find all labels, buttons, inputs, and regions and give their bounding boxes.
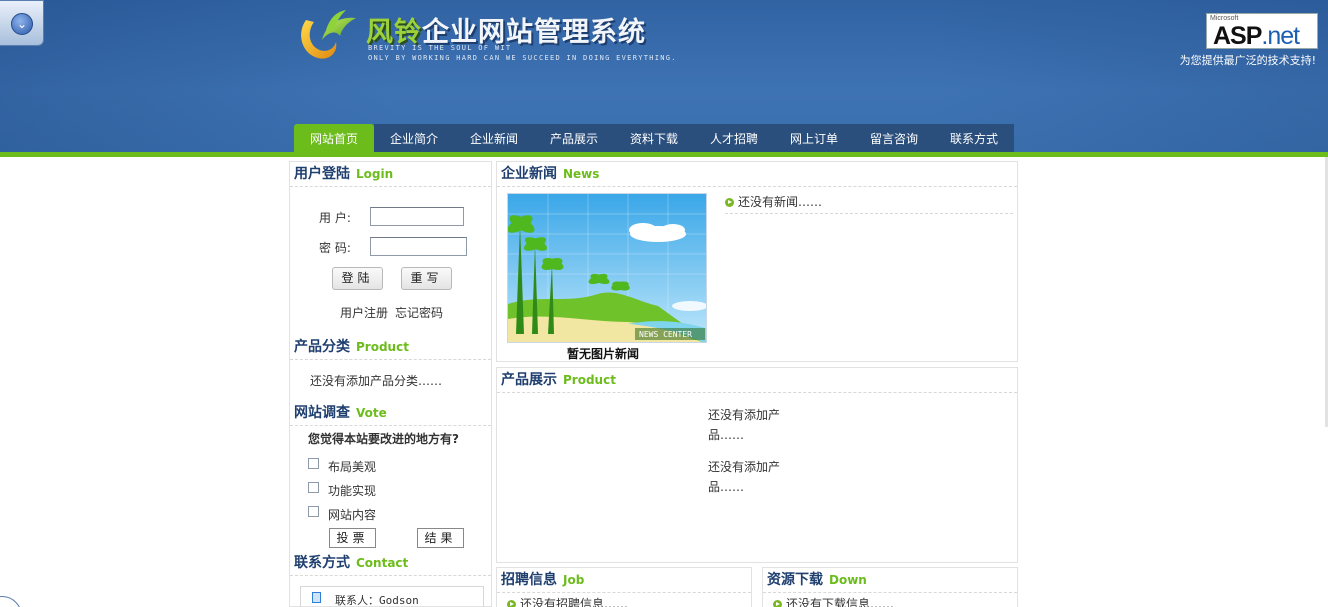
product-category-title: 产品分类 Product xyxy=(290,335,491,360)
nav-item-about[interactable]: 企业简介 xyxy=(374,124,454,152)
nav-item-orders[interactable]: 网上订单 xyxy=(774,124,854,152)
corner-circle xyxy=(0,596,22,607)
login-button[interactable]: 登陆 xyxy=(332,267,383,290)
downloads-title: 资源下载 Down xyxy=(763,568,1017,593)
products-title: 产品展示 Product xyxy=(497,368,1017,393)
contact-title: 联系方式 Contact xyxy=(290,551,491,576)
corner-widget-icon[interactable]: ⌄ xyxy=(0,0,44,46)
news-list-item: 还没有新闻…… xyxy=(725,192,1013,214)
left-sidebar: 用户登陆 Login 用 户: 密 码: 登陆 重写 用户注册 忘记密码 产品分类… xyxy=(289,161,492,607)
password-label: 密 码: xyxy=(319,241,351,255)
news-image-badge: NEWS CENTER xyxy=(639,330,692,339)
slogan-line-2: ONLY BY WORKING HARD CAN WE SUCCEED IN D… xyxy=(368,54,677,62)
nav-item-guestbook[interactable]: 留言咨询 xyxy=(854,124,934,152)
jobs-title: 招聘信息 Job xyxy=(497,568,751,593)
username-input[interactable] xyxy=(370,207,464,226)
vote-result-button[interactable]: 结果 xyxy=(417,528,464,548)
vote-option-label: 网站内容 xyxy=(328,508,377,522)
main-nav: 网站首页 企业简介 企业新闻 产品展示 资料下载 人才招聘 网上订单 留言咨询 … xyxy=(294,124,1014,152)
nav-item-contact[interactable]: 联系方式 xyxy=(934,124,1014,152)
aspnet-badge: Microsoft ASP.net xyxy=(1206,13,1318,50)
vote-button[interactable]: 投票 xyxy=(329,528,376,548)
nav-item-news[interactable]: 企业新闻 xyxy=(454,124,534,152)
register-link[interactable]: 用户注册 xyxy=(340,304,388,321)
user-label: 用 户: xyxy=(319,211,351,225)
product-category-empty: 还没有添加产品分类…… xyxy=(310,374,443,388)
vote-option-label: 功能实现 xyxy=(328,484,377,498)
bullet-arrow-icon xyxy=(507,600,516,607)
beach-image-icon: NEWS CENTER xyxy=(508,194,706,342)
nav-item-downloads[interactable]: 资料下载 xyxy=(614,124,694,152)
forgot-password-link[interactable]: 忘记密码 xyxy=(395,304,443,321)
products-empty-2-line-2: 品…… xyxy=(708,480,745,494)
downloads-panel: 资源下载 Down 还没有下载信息…… xyxy=(762,567,1018,607)
products-empty-2-line-1: 还没有添加产 xyxy=(708,460,781,474)
vote-option-label: 布局美观 xyxy=(328,460,377,474)
news-panel: 企业新闻 News NEWS CENTER 暂无图片新闻 还没有新闻…… xyxy=(496,161,1018,362)
reset-button[interactable]: 重写 xyxy=(401,267,452,290)
news-image-caption: 暂无图片新闻 xyxy=(567,347,640,361)
jobs-empty: 还没有招聘信息…… xyxy=(507,595,628,607)
password-input[interactable] xyxy=(370,237,467,256)
contact-person: 联系人：Godson xyxy=(335,594,419,607)
contact-box: 联系人：Godson xyxy=(300,586,484,607)
contact-person-icon xyxy=(312,592,321,603)
login-title: 用户登陆 Login xyxy=(290,162,491,187)
vote-checkbox-layout[interactable] xyxy=(308,458,319,469)
vote-question: 您觉得本站要改进的地方有? xyxy=(308,432,459,446)
products-panel: 产品展示 Product 还没有添加产 品…… 还没有添加产 品…… xyxy=(496,367,1018,563)
jobs-panel: 招聘信息 Job 还没有招聘信息…… xyxy=(496,567,752,607)
nav-item-products[interactable]: 产品展示 xyxy=(534,124,614,152)
nav-item-jobs[interactable]: 人才招聘 xyxy=(694,124,774,152)
vote-checkbox-function[interactable] xyxy=(308,482,319,493)
bullet-arrow-icon xyxy=(773,600,782,607)
news-title: 企业新闻 News xyxy=(497,162,1017,187)
nav-item-home[interactable]: 网站首页 xyxy=(294,124,374,152)
vote-title: 网站调查 Vote xyxy=(290,401,491,426)
products-empty-1-line-1: 还没有添加产 xyxy=(708,408,781,422)
products-empty-1-line-2: 品…… xyxy=(708,428,745,442)
slogan-line-1: BREVITY IS THE SOUL OF WIT xyxy=(368,44,512,52)
downloads-empty: 还没有下载信息…… xyxy=(773,595,894,607)
logo-swirl-icon xyxy=(301,10,356,59)
tech-support-text: 为您提供最广泛的技术支持! xyxy=(1179,54,1316,67)
news-image[interactable]: NEWS CENTER xyxy=(507,193,707,343)
bullet-arrow-icon xyxy=(725,198,734,207)
nav-underline xyxy=(0,152,1328,157)
vote-checkbox-content[interactable] xyxy=(308,506,319,517)
